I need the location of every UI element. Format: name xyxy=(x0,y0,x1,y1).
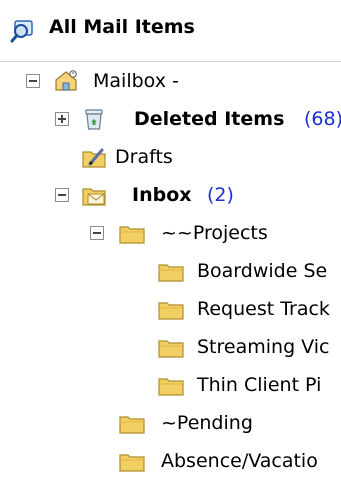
pending-label: ~Pending xyxy=(161,412,253,434)
search-folder-icon xyxy=(10,20,33,43)
mailbox-label: Mailbox - xyxy=(93,70,179,92)
folder-tree[interactable]: Mailbox - Deleted Items (68) Drafts Inbo… xyxy=(0,62,341,491)
all-mail-items-title: All Mail Items xyxy=(49,16,195,38)
projects-label: ~~Projects xyxy=(161,222,268,244)
deleted-items-label: Deleted Items xyxy=(134,108,285,130)
tree-item-request-track[interactable]: Request Track xyxy=(0,290,341,328)
tree-item-thin-client[interactable]: Thin Client Pi xyxy=(0,366,341,404)
tree-item-drafts[interactable]: Drafts xyxy=(0,138,341,176)
mailbox-icon xyxy=(55,70,77,91)
folder-icon xyxy=(158,302,184,320)
tree-item-streaming[interactable]: Streaming Vic xyxy=(0,328,341,366)
streaming-label: Streaming Vic xyxy=(197,336,330,358)
inbox-count: (2) xyxy=(207,184,234,206)
folder-icon xyxy=(119,416,145,434)
folder-icon xyxy=(119,226,145,244)
tree-item-partial[interactable] xyxy=(0,480,341,491)
recycle-bin-icon xyxy=(85,109,103,130)
request-track-label: Request Track xyxy=(197,298,330,320)
tree-item-pending[interactable]: ~Pending xyxy=(0,404,341,442)
folder-icon xyxy=(158,340,184,358)
drafts-icon xyxy=(82,148,106,168)
folder-icon xyxy=(158,378,184,396)
inbox-label: Inbox xyxy=(132,184,192,206)
tree-item-boardwide[interactable]: Boardwide Se xyxy=(0,252,341,290)
absence-label: Absence/Vacatio xyxy=(161,450,318,472)
thin-client-label: Thin Client Pi xyxy=(197,374,322,396)
collapse-toggle[interactable] xyxy=(90,226,104,240)
tree-item-deleted-items[interactable]: Deleted Items (68) xyxy=(0,100,341,138)
tree-item-projects[interactable]: ~~Projects xyxy=(0,214,341,252)
boardwide-label: Boardwide Se xyxy=(197,260,328,282)
folder-icon xyxy=(119,454,145,472)
tree-item-mailbox[interactable]: Mailbox - xyxy=(0,62,341,100)
drafts-label: Drafts xyxy=(115,146,173,168)
collapse-toggle[interactable] xyxy=(26,74,40,88)
tree-item-inbox[interactable]: Inbox (2) xyxy=(0,176,341,214)
deleted-items-count: (68) xyxy=(304,108,341,130)
inbox-icon xyxy=(82,188,106,206)
folder-pane-header: All Mail Items xyxy=(0,0,341,60)
tree-item-absence[interactable]: Absence/Vacatio xyxy=(0,442,341,480)
collapse-toggle[interactable] xyxy=(55,188,69,202)
expand-toggle[interactable] xyxy=(55,112,69,126)
folder-icon xyxy=(118,486,146,491)
folder-icon xyxy=(158,264,184,282)
